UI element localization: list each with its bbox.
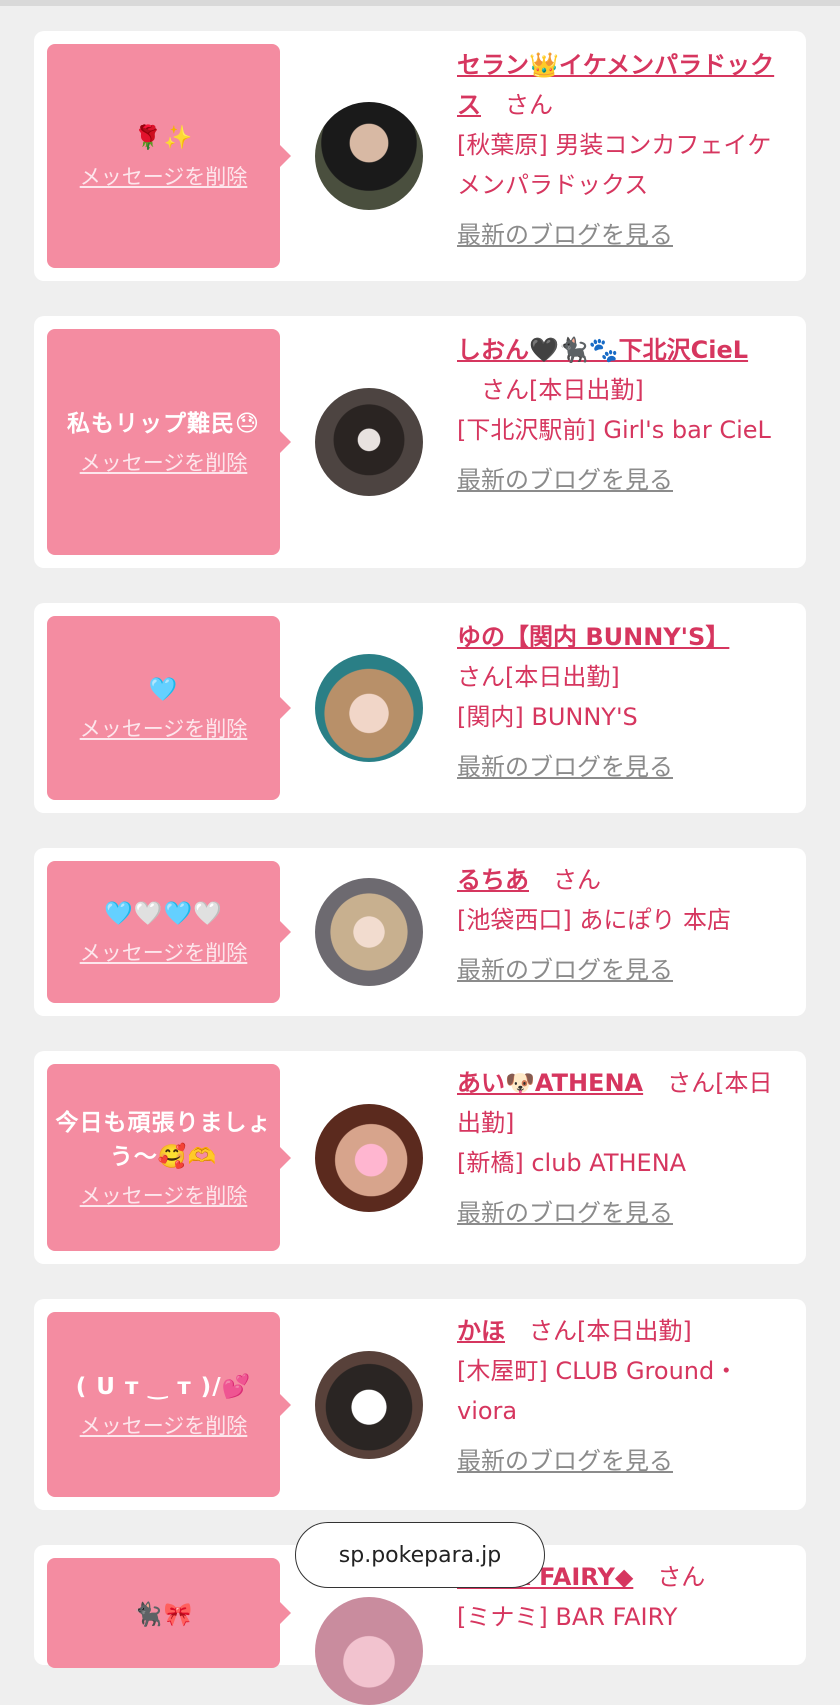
cast-name-link[interactable]: るちあ	[457, 866, 529, 894]
message-bubble: 🌹✨ メッセージを削除	[47, 44, 291, 268]
latest-blog-link[interactable]: 最新のブログを見る	[457, 747, 787, 787]
latest-blog-link[interactable]: 最新のブログを見る	[457, 1193, 787, 1233]
message-text: 🌹✨	[133, 125, 194, 151]
list-item: 🩵🤍🩵🤍 メッセージを削除 るちあ さん [池袋西口] あにぽり 本店 最新のブロ…	[34, 848, 806, 1016]
profile-info: るちあ さん [池袋西口] あにぽり 本店 最新のブログを見る	[457, 860, 787, 990]
message-bubble: 🩵 メッセージを削除	[47, 616, 291, 800]
avatar[interactable]	[315, 878, 423, 986]
message-text: 今日も頑張りましょう〜🥰🫶	[55, 1109, 272, 1170]
message-bubble: 私もリップ難民😓 メッセージを削除	[47, 329, 291, 555]
avatar[interactable]	[315, 102, 423, 210]
honorific: さん	[505, 91, 553, 119]
message-bubble: ( U т ‿ т )/💕 メッセージを削除	[47, 1312, 291, 1497]
list-item: ( U т ‿ т )/💕 メッセージを削除 かほ さん[本日出勤] [木屋町] …	[34, 1299, 806, 1510]
profile-info: セラン👑イケメンパラドックス さん [秋葉原] 男装コンカフェイケメンパラドックス…	[457, 45, 787, 255]
delete-message-link[interactable]: メッセージを削除	[80, 161, 248, 191]
list-item: 私もリップ難民😓 メッセージを削除 しおん🖤🐈‍⬛🐾下北沢CieL さん[本日出勤…	[34, 316, 806, 568]
cast-name-link[interactable]: しおん🖤🐈‍⬛🐾下北沢CieL	[457, 336, 748, 364]
honorific: さん	[657, 1563, 706, 1591]
honorific: さん	[457, 663, 505, 691]
message-text: 🩵	[148, 677, 179, 703]
profile-info: ゆの【関内 BUNNY'S】 さん[本日出勤] [関内] BUNNY'S 最新のブ…	[457, 617, 787, 787]
shop-name: [秋葉原] 男装コンカフェイケメンパラドックス	[457, 131, 772, 199]
profile-info: かほ さん[本日出勤] [木屋町] CLUB Ground・viora 最新のブロ…	[457, 1311, 787, 1481]
profile-info: あい🐶ATHENA さん[本日出勤] [新橋] club ATHENA 最新のブロ…	[457, 1063, 787, 1233]
url-text: sp.pokepara.jp	[338, 1542, 502, 1568]
message-text: ( U т ‿ т )/💕	[75, 1373, 252, 1400]
avatar[interactable]	[315, 1597, 423, 1705]
honorific: さん	[481, 376, 529, 404]
delete-message-link[interactable]: メッセージを削除	[80, 1410, 248, 1440]
honorific: さん	[667, 1069, 716, 1097]
shop-name: [下北沢駅前] Girl's bar CieL	[457, 416, 771, 444]
shop-name: [池袋西口] あにぽり 本店	[457, 906, 731, 934]
honorific: さん	[553, 866, 601, 894]
list-item: 🌹✨ メッセージを削除 セラン👑イケメンパラドックス さん [秋葉原] 男装コンカ…	[34, 31, 806, 281]
list-item: 今日も頑張りましょう〜🥰🫶 メッセージを削除 あい🐶ATHENA さん[本日出勤]…	[34, 1051, 806, 1264]
list-item: 🩵 メッセージを削除 ゆの【関内 BUNNY'S】 さん[本日出勤] [関内] B…	[34, 603, 806, 813]
delete-message-link[interactable]: メッセージを削除	[80, 937, 248, 967]
profile-info: しおん🖤🐈‍⬛🐾下北沢CieL さん[本日出勤] [下北沢駅前] Girl's b…	[457, 330, 787, 500]
avatar[interactable]	[315, 1104, 423, 1212]
latest-blog-link[interactable]: 最新のブログを見る	[457, 460, 787, 500]
delete-message-link[interactable]: メッセージを削除	[80, 713, 248, 743]
shop-name: [木屋町] CLUB Ground・viora	[457, 1357, 739, 1425]
delete-message-link[interactable]: メッセージを削除	[80, 1180, 248, 1210]
avatar[interactable]	[315, 654, 423, 762]
latest-blog-link[interactable]: 最新のブログを見る	[457, 215, 787, 255]
latest-blog-link[interactable]: 最新のブログを見る	[457, 950, 787, 990]
message-bubble: 🐈‍⬛🎀	[47, 1558, 291, 1668]
work-status: [本日出勤]	[529, 376, 644, 404]
cast-name-link[interactable]: かほ	[457, 1317, 505, 1345]
shop-name: [ミナミ] BAR FAIRY	[457, 1603, 678, 1631]
message-bubble: 🩵🤍🩵🤍 メッセージを削除	[47, 861, 291, 1003]
cast-name-link[interactable]: あい🐶ATHENA	[457, 1069, 643, 1097]
work-status: [本日出勤]	[577, 1317, 692, 1345]
message-text: 🐈‍⬛🎀	[133, 1602, 194, 1628]
url-bar[interactable]: sp.pokepara.jp	[295, 1522, 545, 1588]
message-bubble: 今日も頑張りましょう〜🥰🫶 メッセージを削除	[47, 1064, 291, 1251]
message-text: 🩵🤍🩵🤍	[104, 901, 223, 927]
honorific: さん	[529, 1317, 577, 1345]
avatar[interactable]	[315, 388, 423, 496]
shop-name: [関内] BUNNY'S	[457, 703, 638, 731]
shop-name: [新橋] club ATHENA	[457, 1149, 687, 1177]
message-text: 私もリップ難民😓	[67, 411, 260, 437]
work-status: [本日出勤]	[505, 663, 620, 691]
avatar[interactable]	[315, 1351, 423, 1459]
cast-name-link[interactable]: ゆの【関内 BUNNY'S】	[457, 623, 729, 651]
delete-message-link[interactable]: メッセージを削除	[80, 447, 248, 477]
top-edge	[0, 0, 840, 6]
latest-blog-link[interactable]: 最新のブログを見る	[457, 1441, 787, 1481]
